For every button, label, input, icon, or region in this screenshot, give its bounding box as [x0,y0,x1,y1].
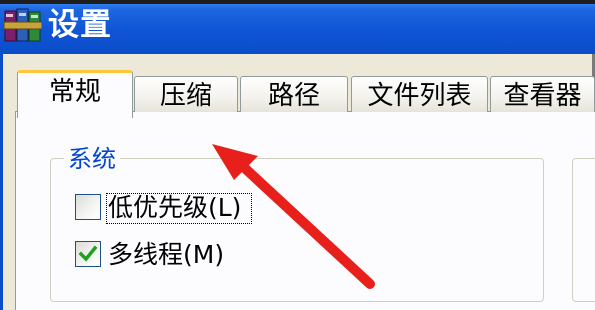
check-mark-icon [78,245,98,262]
system-group-title: 系统 [64,145,120,173]
tab-paths-label: 路径 [267,81,320,111]
tab-paths[interactable]: 路径 [240,76,348,112]
tab-compression-label: 压缩 [159,81,212,111]
tab-file-list[interactable]: 文件列表 [351,76,488,112]
tab-compression[interactable]: 压缩 [134,76,238,112]
multithread-label[interactable]: 多线程(M) [108,240,224,270]
window-title: 设置 [48,7,112,43]
tab-viewer-label: 查看器 [503,81,582,111]
tab-file-list-label: 文件列表 [367,81,472,111]
system-group-box [50,158,544,302]
window-left-border [0,54,3,310]
next-group-box [572,158,595,302]
top-edge [0,0,595,4]
winrar-books-icon[interactable] [3,8,43,42]
tab-general-label: 常规 [48,77,101,107]
multithread-checkbox[interactable] [75,241,101,267]
tab-viewer[interactable]: 查看器 [490,76,595,112]
tab-general[interactable]: 常规 [17,70,133,118]
low-priority-label[interactable]: 低优先级(L) [108,193,241,223]
title-bar[interactable]: 设置 [0,0,595,54]
low-priority-checkbox[interactable] [75,194,101,220]
